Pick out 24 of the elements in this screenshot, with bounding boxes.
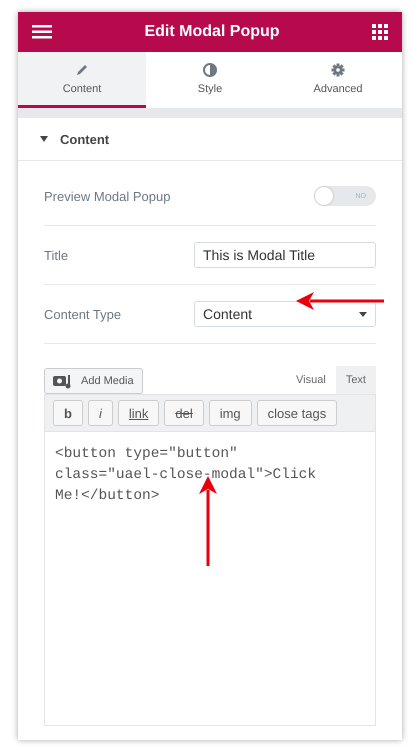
- pencil-icon: [75, 62, 89, 76]
- control-label: Content Type: [44, 306, 122, 322]
- quicktag-button[interactable]: img: [208, 400, 252, 426]
- title-input[interactable]: This is Modal Title: [194, 242, 376, 268]
- apps-grid-icon[interactable]: [372, 24, 388, 40]
- menu-icon[interactable]: [32, 25, 52, 39]
- section-header[interactable]: Content: [18, 118, 402, 161]
- quicktag-button[interactable]: i: [88, 400, 113, 426]
- section-title: Content: [60, 132, 110, 146]
- panel-title: Edit Modal Popup: [144, 23, 280, 41]
- quicktag-button[interactable]: b: [53, 400, 83, 426]
- quicktag-button[interactable]: del: [164, 400, 204, 426]
- quicktag-button[interactable]: close tags: [256, 400, 338, 426]
- editor-mode-tab[interactable]: Text: [336, 366, 376, 394]
- dropdown-caret-icon: [359, 312, 367, 316]
- gear-icon: [331, 62, 345, 76]
- control-label: Title: [44, 248, 68, 262]
- code-editor[interactable]: <button type="button" class="uael-close-modal">Click Me!</button>: [44, 431, 376, 726]
- control-label: Preview Modal Popup: [44, 188, 170, 204]
- contrast-icon: [203, 62, 217, 76]
- quicktag-button[interactable]: link: [118, 400, 160, 426]
- editor-mode-tab[interactable]: Visual: [286, 366, 336, 394]
- panel-tab[interactable]: Content: [18, 52, 146, 108]
- add-media-button[interactable]: Add Media: [44, 368, 143, 394]
